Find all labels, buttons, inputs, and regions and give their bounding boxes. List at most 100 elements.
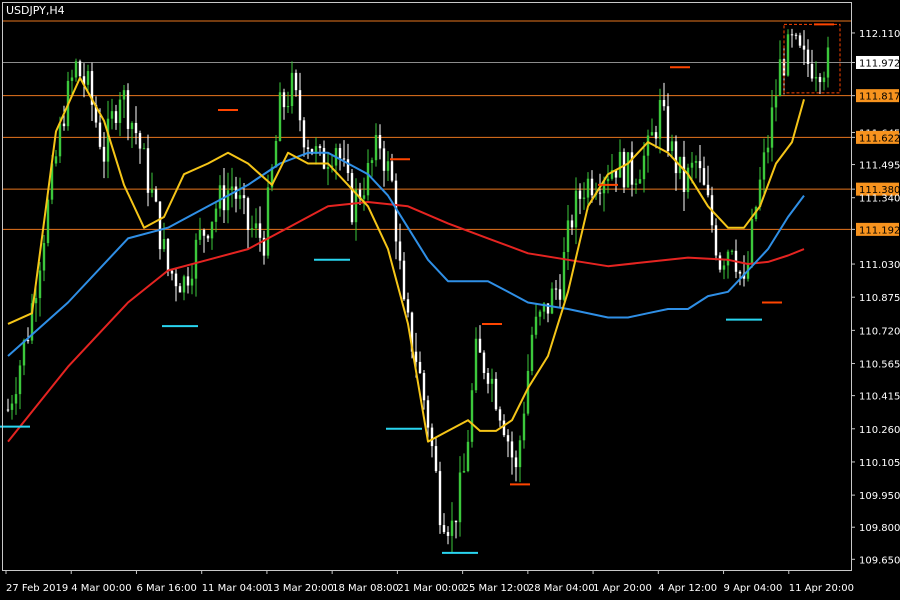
- candle-body: [350, 173, 354, 223]
- candle-body: [306, 147, 310, 150]
- candle-body: [278, 92, 282, 142]
- candle-body: [550, 288, 554, 314]
- candle-body: [790, 34, 794, 36]
- candle-body: [426, 400, 430, 428]
- candle-body: [102, 146, 106, 162]
- candle-body: [462, 471, 466, 473]
- y-tick-label: 111.972: [859, 58, 900, 69]
- candle-body: [470, 390, 474, 442]
- candle-body: [190, 278, 194, 286]
- candle-body: [406, 299, 410, 313]
- candle-body: [210, 221, 214, 239]
- candle-body: [646, 135, 650, 156]
- y-tick-label: 110.260: [859, 425, 900, 436]
- candle-body: [822, 77, 826, 83]
- candle-body: [806, 49, 810, 65]
- candle-body: [466, 441, 470, 472]
- candle-body: [770, 107, 774, 148]
- candle-body: [118, 99, 122, 123]
- candle-body: [774, 96, 778, 108]
- candle-body: [778, 59, 782, 97]
- candle-body: [286, 106, 290, 108]
- candle-body: [174, 273, 178, 287]
- y-tick-label: 109.650: [859, 555, 900, 566]
- candle-body: [538, 311, 542, 317]
- candle-body: [494, 378, 498, 410]
- candle-body: [162, 238, 166, 250]
- candle-body: [434, 446, 438, 472]
- candle-body: [730, 250, 734, 252]
- candle-body: [142, 148, 146, 150]
- candle-body: [6, 409, 10, 411]
- candle-body: [590, 178, 594, 196]
- candle-body: [186, 276, 190, 286]
- x-tick-label: 6 Mar 16:00: [136, 583, 196, 594]
- candle-body: [54, 156, 58, 164]
- candle-body: [246, 198, 250, 230]
- candle-body: [98, 122, 102, 147]
- candle-body: [658, 100, 662, 139]
- candle-body: [106, 118, 110, 162]
- candle-body: [326, 167, 330, 169]
- candle-body: [714, 225, 718, 256]
- candle-body: [22, 340, 26, 366]
- x-tick-label: 9 Apr 04:00: [724, 583, 783, 594]
- candle-body: [642, 155, 646, 180]
- candle-body: [502, 420, 506, 436]
- candle-body: [626, 152, 630, 188]
- candle-body: [518, 440, 522, 468]
- y-tick-label: 109.800: [859, 523, 900, 534]
- candle-body: [366, 162, 370, 196]
- candle-body: [794, 34, 798, 36]
- candle-body: [86, 71, 90, 85]
- candle-body: [786, 34, 790, 76]
- candle-body: [706, 184, 710, 196]
- candle-body: [62, 123, 66, 127]
- candle-body: [182, 276, 186, 293]
- candle-body: [526, 370, 530, 414]
- candle-body: [510, 441, 514, 458]
- candle-body: [382, 148, 386, 171]
- candle-body: [650, 132, 654, 136]
- candle-body: [622, 151, 626, 188]
- candle-body: [58, 123, 62, 157]
- candle-body: [454, 520, 458, 523]
- candle-body: [514, 457, 518, 468]
- candle-body: [570, 220, 574, 228]
- candle-body: [598, 192, 602, 194]
- candle-body: [230, 186, 234, 191]
- candle-body: [202, 230, 206, 236]
- candle-body: [250, 228, 254, 230]
- price-chart[interactable]: 112.110111.972111.817111.645111.622111.4…: [0, 0, 900, 600]
- candle-body: [198, 230, 202, 240]
- candle-body: [134, 122, 138, 134]
- candle-body: [46, 199, 50, 244]
- x-tick-label: 13 Mar 20:00: [267, 583, 334, 594]
- candle-body: [14, 394, 18, 404]
- x-tick-label: 21 Mar 00:00: [397, 583, 464, 594]
- chart-window[interactable]: 112.110111.972111.817111.645111.622111.4…: [0, 0, 900, 600]
- candle-body: [166, 238, 170, 271]
- candle-body: [810, 64, 814, 79]
- candle-body: [238, 195, 242, 199]
- candle-body: [554, 288, 558, 290]
- candle-body: [214, 208, 218, 222]
- candle-body: [430, 427, 434, 447]
- candle-body: [258, 223, 262, 238]
- x-tick-label: 1 Apr 20:00: [593, 583, 652, 594]
- y-tick-label: 112.110: [859, 29, 900, 40]
- candle-body: [670, 141, 674, 152]
- candle-body: [634, 183, 638, 185]
- candle-body: [110, 111, 114, 119]
- candle-body: [342, 158, 346, 160]
- x-tick-label: 4 Mar 00:00: [71, 583, 131, 594]
- candle-body: [138, 133, 142, 149]
- candle-body: [374, 134, 378, 161]
- x-tick-label: 27 Feb 2019: [6, 583, 68, 594]
- candle-body: [294, 72, 298, 91]
- candle-body: [418, 361, 422, 374]
- candle-body: [170, 270, 174, 274]
- candle-body: [18, 365, 22, 395]
- candle-body: [674, 141, 678, 174]
- candle-body: [302, 120, 306, 148]
